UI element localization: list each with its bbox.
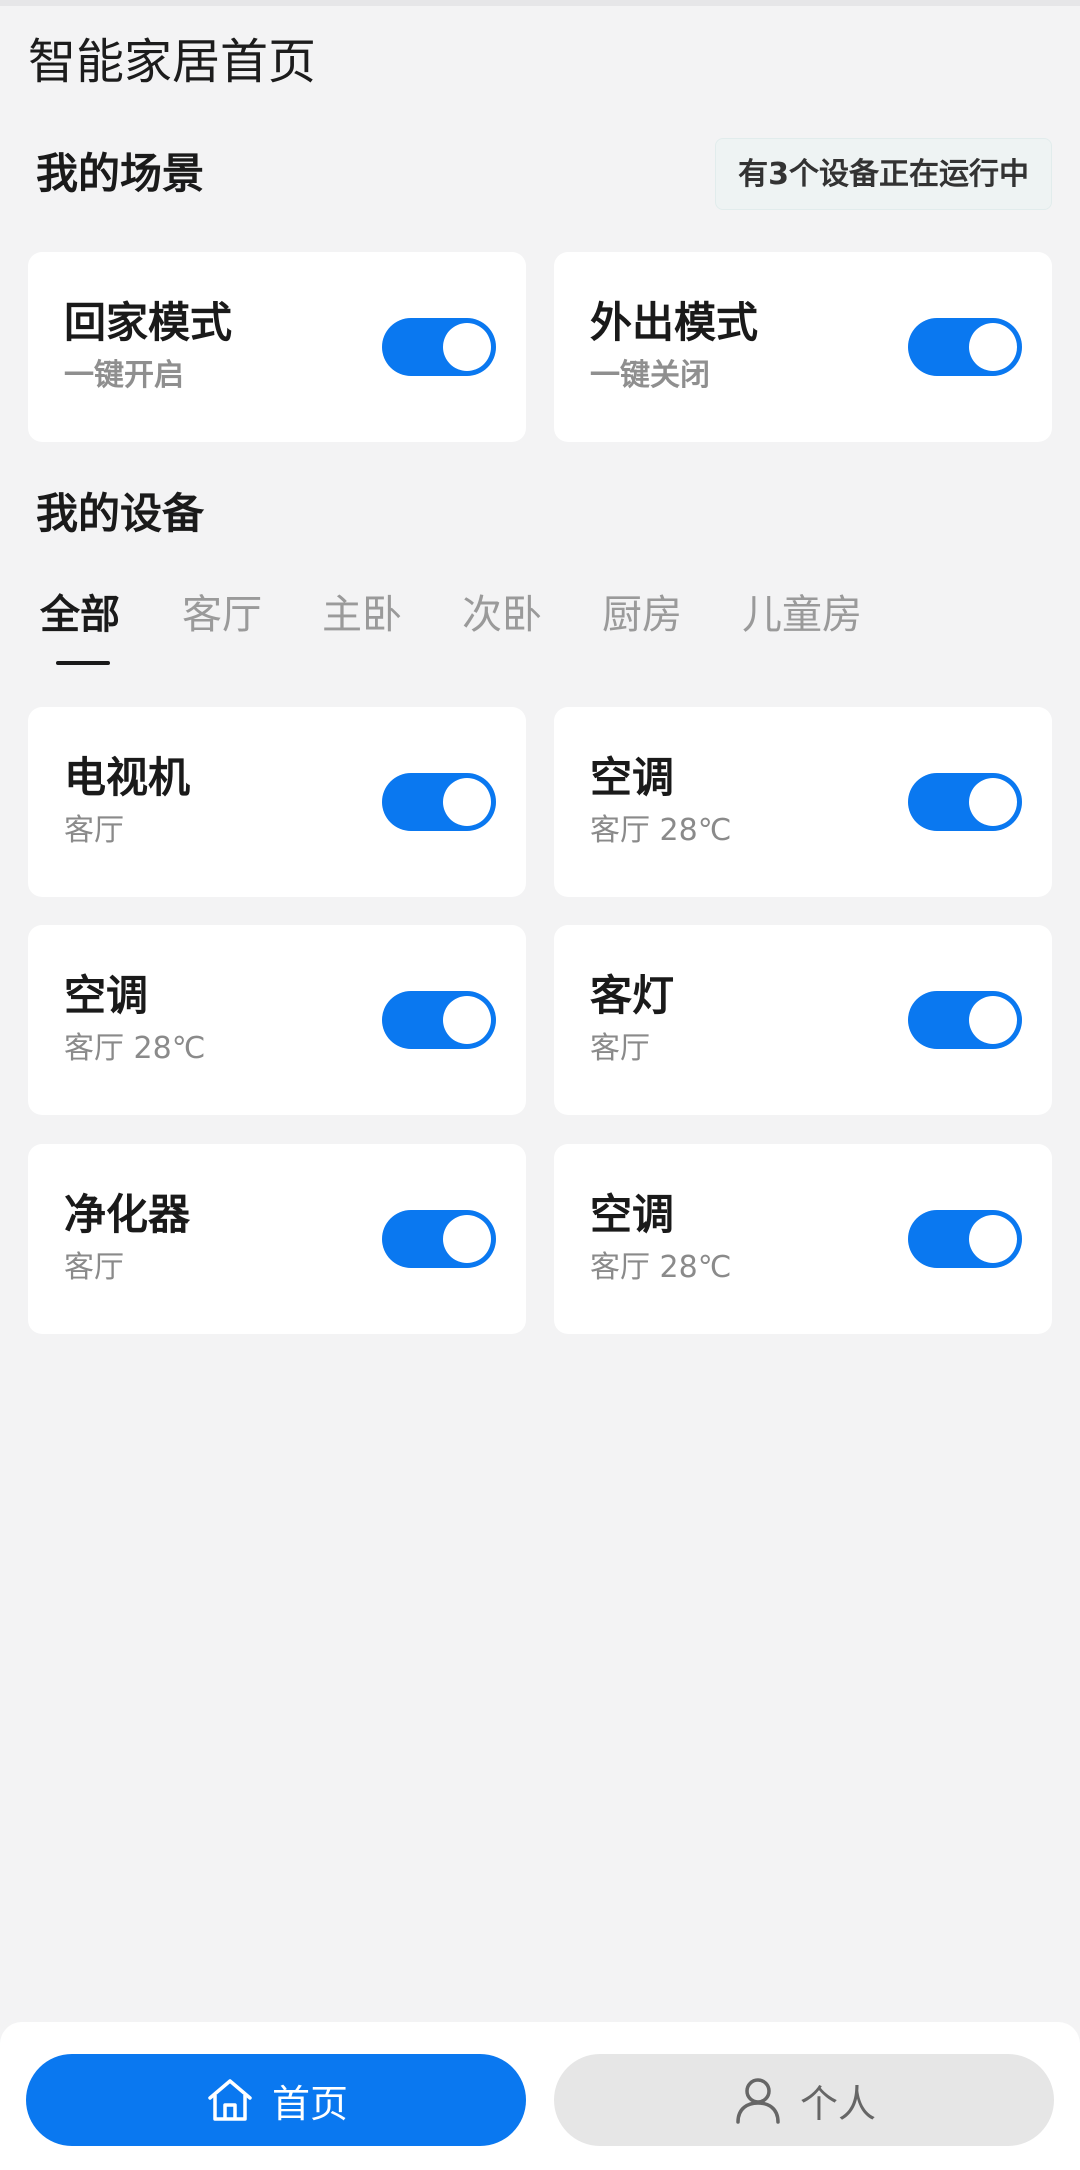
tab-second-bedroom[interactable]: 次卧 bbox=[462, 585, 542, 645]
toggle-knob bbox=[969, 778, 1017, 826]
nav-profile-label: 个人 bbox=[799, 2081, 876, 2126]
bottom-nav-bar: 首页 个人 bbox=[0, 2022, 1080, 2170]
toggle-knob bbox=[443, 996, 491, 1044]
device-name: 电视机 bbox=[64, 753, 191, 802]
device-name: 空调 bbox=[590, 753, 675, 802]
tab-living-room[interactable]: 客厅 bbox=[182, 585, 262, 645]
scene-card-away[interactable]: 外出模式 一键关闭 bbox=[554, 252, 1052, 442]
device-toggle[interactable] bbox=[908, 773, 1022, 831]
device-toggle[interactable] bbox=[908, 1210, 1022, 1268]
toggle-knob bbox=[443, 778, 491, 826]
nav-profile-button[interactable]: 个人 bbox=[554, 2054, 1054, 2146]
device-info: 客厅 28℃ bbox=[590, 813, 732, 848]
device-card[interactable]: 净化器 客厅 bbox=[28, 1144, 526, 1334]
device-toggle[interactable] bbox=[382, 773, 496, 831]
running-status-badge: 有3个设备正在运行中 bbox=[715, 138, 1052, 210]
toggle-knob bbox=[443, 1215, 491, 1263]
tab-master-bedroom[interactable]: 主卧 bbox=[322, 585, 402, 645]
tab-kitchen[interactable]: 厨房 bbox=[602, 585, 682, 645]
device-card[interactable]: 空调 客厅 28℃ bbox=[28, 925, 526, 1115]
device-name: 客灯 bbox=[590, 971, 675, 1020]
tab-kids-room[interactable]: 儿童房 bbox=[742, 585, 862, 645]
scene-toggle-home[interactable] bbox=[382, 318, 496, 376]
nav-home-button[interactable]: 首页 bbox=[26, 2054, 526, 2146]
device-toggle[interactable] bbox=[382, 1210, 496, 1268]
scene-subtitle: 一键关闭 bbox=[590, 358, 710, 393]
device-card[interactable]: 空调 客厅 28℃ bbox=[554, 707, 1052, 897]
scenes-section-title: 我的场景 bbox=[36, 149, 205, 198]
device-info: 客厅 28℃ bbox=[590, 1250, 732, 1285]
device-info: 客厅 bbox=[64, 1250, 124, 1285]
toggle-knob bbox=[969, 323, 1017, 371]
scene-name: 外出模式 bbox=[590, 298, 759, 347]
device-toggle[interactable] bbox=[908, 991, 1022, 1049]
toggle-knob bbox=[969, 996, 1017, 1044]
home-icon bbox=[204, 2074, 256, 2126]
device-name: 空调 bbox=[64, 971, 149, 1020]
scene-subtitle: 一键开启 bbox=[64, 358, 184, 393]
device-name: 净化器 bbox=[64, 1190, 191, 1239]
page-title: 智能家居首页 bbox=[28, 34, 317, 90]
device-info: 客厅 28℃ bbox=[64, 1031, 206, 1066]
device-card[interactable]: 空调 客厅 28℃ bbox=[554, 1144, 1052, 1334]
device-name: 空调 bbox=[590, 1190, 675, 1239]
toggle-knob bbox=[443, 323, 491, 371]
device-card[interactable]: 客灯 客厅 bbox=[554, 925, 1052, 1115]
status-strip bbox=[0, 0, 1080, 6]
scene-card-home[interactable]: 回家模式 一键开启 bbox=[28, 252, 526, 442]
scene-toggle-away[interactable] bbox=[908, 318, 1022, 376]
person-icon bbox=[732, 2074, 784, 2126]
active-tab-indicator bbox=[56, 661, 110, 665]
scene-name: 回家模式 bbox=[64, 298, 233, 347]
device-toggle[interactable] bbox=[382, 991, 496, 1049]
nav-home-label: 首页 bbox=[271, 2081, 348, 2126]
devices-section-title: 我的设备 bbox=[36, 489, 205, 538]
device-card[interactable]: 电视机 客厅 bbox=[28, 707, 526, 897]
tab-all[interactable]: 全部 bbox=[40, 585, 120, 645]
toggle-knob bbox=[969, 1215, 1017, 1263]
device-info: 客厅 bbox=[64, 813, 124, 848]
device-info: 客厅 bbox=[590, 1031, 650, 1066]
